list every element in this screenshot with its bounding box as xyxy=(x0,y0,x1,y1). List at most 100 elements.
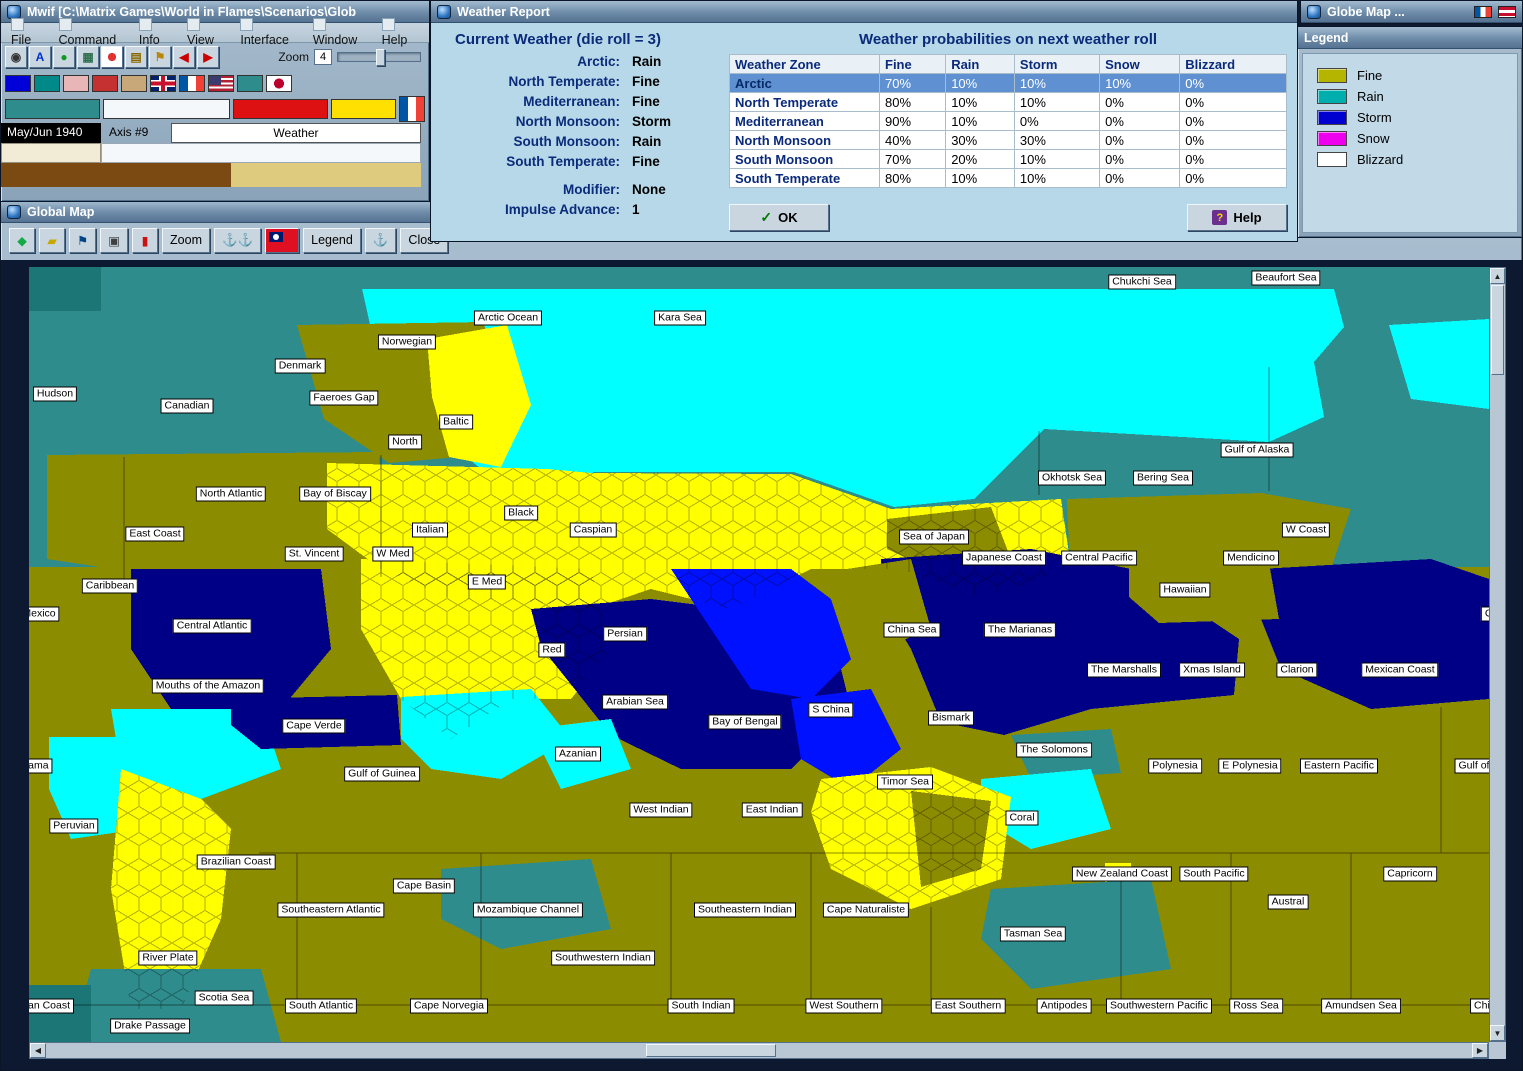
sea-zone-label-the-marshalls[interactable]: The Marshalls xyxy=(1087,662,1161,678)
sea-zone-label-kara-sea[interactable]: Kara Sea xyxy=(654,310,706,326)
teal-swatch-2[interactable] xyxy=(237,74,263,92)
usa-flag[interactable] xyxy=(208,74,234,92)
sea-zone-label-mozambique-channel[interactable]: Mozambique Channel xyxy=(472,902,584,918)
sea-zone-label-austral[interactable]: Austral xyxy=(1267,894,1309,910)
table-row-south-temperate[interactable]: South Temperate 80% 10% 10% 0% 0% xyxy=(729,168,1287,188)
sea-zone-label-e-med[interactable]: E Med xyxy=(467,574,507,590)
sea-zone-label-mendicino[interactable]: Mendicino xyxy=(1223,550,1279,566)
globe-icon[interactable]: ● xyxy=(53,46,75,68)
sea-zone-label-red[interactable]: Red xyxy=(538,642,566,658)
previous-icon[interactable]: ◀ xyxy=(173,46,195,68)
sea-zone-label-cape-naturaliste[interactable]: Cape Naturaliste xyxy=(822,902,910,918)
sea-zone-label-mexican-coast[interactable]: Mexican Coast xyxy=(1361,662,1439,678)
sea-zone-label-brazilian-coast[interactable]: Brazilian Coast xyxy=(196,854,276,870)
sea-zone-label-east-coast[interactable]: East Coast xyxy=(125,526,185,542)
hex-grid-icon[interactable]: ▦ xyxy=(77,46,99,68)
sea-zone-label-canadian[interactable]: Canadian xyxy=(160,398,214,414)
sea-zone-label-an-coast[interactable]: an Coast xyxy=(29,998,75,1014)
sea-zone-label-amundsen-sea[interactable]: Amundsen Sea xyxy=(1321,998,1401,1014)
horizontal-scrollbar[interactable]: ◀ ▶ xyxy=(29,1042,1489,1059)
scroll-right-button[interactable]: ▶ xyxy=(1472,1043,1488,1058)
red-swatch[interactable] xyxy=(92,74,118,92)
sea-zone-label-drake-passage[interactable]: Drake Passage xyxy=(110,1018,190,1034)
vertical-scroll-track[interactable] xyxy=(1490,376,1505,1025)
blue-swatch[interactable] xyxy=(5,74,31,92)
sea-zone-label-baltic[interactable]: Baltic xyxy=(439,414,473,430)
tan-swatch[interactable] xyxy=(121,74,147,92)
sea-zone-label-clarion[interactable]: Clarion xyxy=(1276,662,1318,678)
zoom-button[interactable]: Zoom xyxy=(162,227,210,253)
sea-zone-label-gulf-of-alaska[interactable]: Gulf of Alaska xyxy=(1220,442,1294,458)
table-row-south-monsoon[interactable]: South Monsoon 70% 20% 10% 0% 0% xyxy=(729,149,1287,169)
sea-zone-label-south-pacific[interactable]: South Pacific xyxy=(1179,866,1249,882)
sea-zone-label-southwestern-pacific[interactable]: Southwestern Pacific xyxy=(1105,998,1213,1014)
map-viewport[interactable]: Chukchi Sea Beaufort Sea Arctic Ocean Kara … xyxy=(29,267,1489,1042)
scroll-left-button[interactable]: ◀ xyxy=(30,1043,46,1058)
table-row-mediterranean[interactable]: Mediterranean 90% 10% 0% 0% 0% xyxy=(729,111,1287,131)
sea-zone-label-east-indian[interactable]: East Indian xyxy=(741,802,803,818)
sea-zone-label-azanian[interactable]: Azanian xyxy=(555,746,601,762)
red-bar[interactable] xyxy=(232,99,328,119)
rising-sun-flag-icon[interactable] xyxy=(101,46,123,68)
sea-zone-label-the-marianas[interactable]: The Marianas xyxy=(983,622,1057,638)
thermometer-icon[interactable]: ▮ xyxy=(132,227,159,253)
sea-zone-label-cape-verde[interactable]: Cape Verde xyxy=(282,718,346,734)
sea-zone-label-timor-sea[interactable]: Timor Sea xyxy=(876,774,934,790)
white-bar[interactable] xyxy=(103,99,230,119)
sea-zone-label-gulf-of-guinea[interactable]: Gulf of Guinea xyxy=(344,766,420,782)
weather-report-titlebar[interactable]: Weather Report xyxy=(431,1,1297,23)
sea-zone-label-okhotsk-sea[interactable]: Okhotsk Sea xyxy=(1037,470,1107,486)
sea-zone-label-norwegian[interactable]: Norwegian xyxy=(377,334,437,350)
sea-zone-label-black[interactable]: Black xyxy=(504,505,538,521)
france-flag-tall[interactable] xyxy=(399,96,425,122)
sea-zone-label-bay-of-biscay[interactable]: Bay of Biscay xyxy=(299,486,371,502)
sea-zone-label-s-china[interactable]: S China xyxy=(808,702,854,718)
table-row-north-monsoon[interactable]: North Monsoon 40% 30% 30% 0% 0% xyxy=(729,130,1287,150)
horizontal-scroll-track[interactable] xyxy=(46,1043,646,1058)
production-icon[interactable]: ▤ xyxy=(125,46,147,68)
sea-zone-label-ross-sea[interactable]: Ross Sea xyxy=(1229,998,1283,1014)
horizontal-scroll-thumb[interactable] xyxy=(646,1044,776,1057)
ship-icon-button[interactable]: ⚓ xyxy=(364,227,397,253)
pink-swatch[interactable] xyxy=(63,74,89,92)
sea-zone-label-bismark[interactable]: Bismark xyxy=(928,710,974,726)
sea-zone-label-japanese-coast[interactable]: Japanese Coast xyxy=(962,550,1046,566)
help-button[interactable]: ? Help xyxy=(1187,204,1287,231)
sea-zone-label-mouths-of-the-amazon[interactable]: Mouths of the Amazon xyxy=(151,678,265,694)
sea-zone-label-west-indian[interactable]: West Indian xyxy=(629,802,693,818)
next-icon[interactable]: ▶ xyxy=(197,46,219,68)
france-flag[interactable] xyxy=(179,74,205,92)
yellow-bar[interactable] xyxy=(330,99,396,119)
ok-button[interactable]: ✓ OK xyxy=(729,204,829,231)
sea-zone-label-southeastern-indian[interactable]: Southeastern Indian xyxy=(694,902,796,918)
sea-zone-label-hawaiian[interactable]: Hawaiian xyxy=(1159,582,1211,598)
zoom-slider-thumb[interactable] xyxy=(376,49,385,66)
sea-zone-label-west-southern[interactable]: West Southern xyxy=(805,998,883,1014)
sea-zone-label-xmas-island[interactable]: Xmas Island xyxy=(1179,662,1245,678)
sea-zone-label-sea-of-japan[interactable]: Sea of Japan xyxy=(899,529,969,545)
naval-units-button[interactable]: ⚓⚓ xyxy=(213,227,262,253)
flag-icon[interactable]: ⚑ xyxy=(149,46,171,68)
sea-zone-label-tasman-sea[interactable]: Tasman Sea xyxy=(999,926,1067,942)
sea-zone-label-arctic-ocean[interactable]: Arctic Ocean xyxy=(473,310,543,326)
sea-zone-label-bay-of-bengal[interactable]: Bay of Bengal xyxy=(708,714,782,730)
sea-zone-label-w-med[interactable]: W Med xyxy=(372,546,414,562)
counter-icon[interactable]: ▰ xyxy=(39,227,65,253)
sea-zone-label-north-atlantic[interactable]: North Atlantic xyxy=(195,486,267,502)
sea-zone-label-eastern-pacific[interactable]: Eastern Pacific xyxy=(1299,758,1379,774)
sea-zone-label-antipodes[interactable]: Antipodes xyxy=(1036,998,1092,1014)
sea-zone-label-new-zealand-coast[interactable]: New Zealand Coast xyxy=(1071,866,1173,882)
sea-zone-label-central-pacific[interactable]: Central Pacific xyxy=(1061,550,1137,566)
sea-zone-label-hudson[interactable]: Hudson xyxy=(32,386,78,402)
teal-bar[interactable] xyxy=(5,99,100,119)
sea-zone-label-scotia-sea[interactable]: Scotia Sea xyxy=(194,990,254,1006)
sea-zone-label-w-coast[interactable]: W Coast xyxy=(1281,522,1331,538)
table-row-arctic[interactable]: Arctic 70% 10% 10% 10% 0% xyxy=(729,73,1287,93)
sea-zone-label-gulf-of-panama[interactable]: Gulf of Panama xyxy=(1454,758,1489,774)
sea-zone-label-e-polynesia[interactable]: E Polynesia xyxy=(1218,758,1282,774)
sea-zone-label-south-atlantic[interactable]: South Atlantic xyxy=(284,998,358,1014)
sea-zone-label-south-indian[interactable]: South Indian xyxy=(667,998,735,1014)
sea-zone-label-cape-norvegia[interactable]: Cape Norvegia xyxy=(409,998,489,1014)
sea-zone-label-north[interactable]: North xyxy=(388,434,422,450)
zoom-slider[interactable] xyxy=(337,49,421,66)
